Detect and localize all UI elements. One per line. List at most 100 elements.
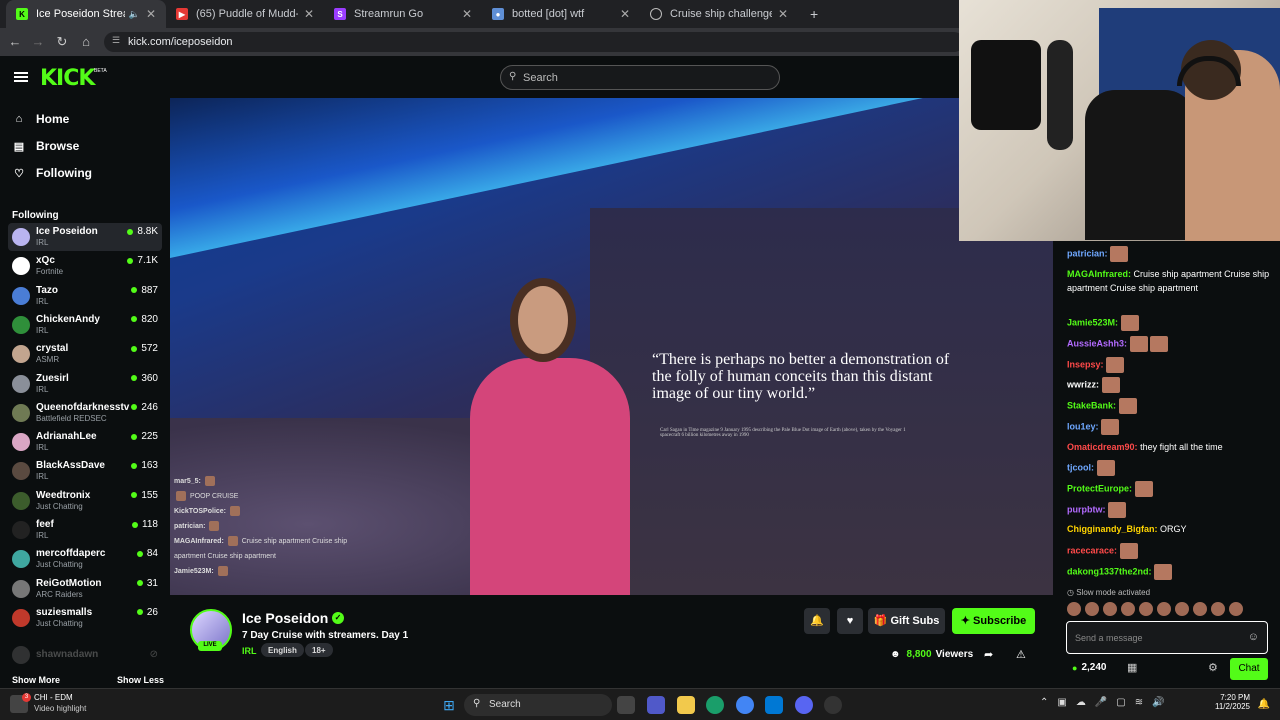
emote-icon[interactable] [1157,602,1171,616]
volume-icon[interactable]: 🔊 [1152,697,1164,708]
site-info-icon[interactable]: ☰ [112,35,120,46]
browser-tab-botted[interactable]: ● botted [dot] wtf ✕ [482,0,640,28]
windows-start-icon[interactable]: ⊞ [440,696,458,714]
sidebar-channel[interactable]: crystal ASMR 572 [8,340,162,368]
nav-following[interactable]: ♡ Following [12,166,92,180]
sidebar-channel[interactable]: xQc Fortnite 7.1K [8,252,162,280]
emote-icon[interactable] [1229,602,1243,616]
notification-bell-button[interactable]: 🔔 [804,608,830,634]
chat-username[interactable]: racecaracе: [1067,545,1117,555]
chat-username[interactable]: MAGAInfrared: [1067,269,1131,279]
task-view-icon[interactable] [617,696,635,714]
chat-send-button[interactable]: Chat [1230,658,1268,680]
tag-age[interactable]: 18+ [305,643,333,657]
sidebar-channel[interactable]: Ice Poseidon IRL 8.8K [8,223,162,251]
tray-app-icon[interactable]: ▣ [1057,697,1066,708]
sidebar-channel[interactable]: Weedtronix Just Chatting 155 [8,487,162,515]
file-explorer-icon[interactable] [677,696,695,714]
subscribe-button[interactable]: ✦ Subscribe [952,608,1035,634]
speaker-icon[interactable]: 🔈 [129,9,140,20]
new-tab-button[interactable]: + [800,0,824,28]
back-arrow-icon[interactable]: ← [7,34,23,49]
chat-username[interactable]: purpbtw: [1067,504,1106,514]
close-tab-icon[interactable]: ✕ [462,7,472,21]
follow-heart-button[interactable]: ♥ [837,608,863,634]
emoji-icon[interactable]: ☺ [1248,631,1259,643]
reload-icon[interactable]: ↻ [54,34,70,50]
sidebar-channel[interactable]: Tazo IRL 887 [8,282,162,310]
emote-icon[interactable] [1175,602,1189,616]
chat-username[interactable]: Jamie523M: [1067,317,1118,327]
sidebar-channel[interactable]: Queenofdarknesstv Battlefield REDSEC 246 [8,399,162,427]
gear-icon[interactable]: ⚙ [1208,661,1218,674]
share-icon[interactable]: ➦ [984,648,993,661]
kick-logo[interactable]: KICK [40,66,95,91]
channel-points[interactable]: ● 2,240 [1072,662,1106,673]
browser-tab-kick[interactable]: K Ice Poseidon Stream - Watc 🔈 ✕ [6,0,166,28]
search-input[interactable]: ⚲ Search [500,65,780,90]
sidebar-channel[interactable]: mercoffdaperc Just Chatting 84 [8,545,162,573]
report-icon[interactable]: ⚠ [1016,648,1026,661]
notification-bell-icon[interactable]: 🔔 [1255,696,1273,714]
sidebar-channel[interactable]: Zuesirl IRL 360 [8,370,162,398]
gift-subs-button[interactable]: 🎁 Gift Subs [868,608,945,634]
close-tab-icon[interactable]: ✕ [620,7,630,21]
url-field[interactable]: ☰ kick.com/iceposeidon [104,32,964,52]
sidebar-channel[interactable]: AdrianahLee IRL 225 [8,428,162,456]
menu-icon[interactable] [14,72,28,82]
emote-icon[interactable] [1121,602,1135,616]
emote-icon[interactable] [1193,602,1207,616]
system-clock[interactable]: 7:20 PM 11/2/2025 [1210,693,1250,711]
home-icon[interactable]: ⌂ [78,34,94,49]
chat-username[interactable]: wwrizz: [1067,379,1099,389]
chat-username[interactable]: Insepsy: [1067,359,1104,369]
emote-icon[interactable] [1139,602,1153,616]
cloud-icon[interactable]: ☁ [1076,697,1086,708]
chat-username[interactable]: Omaticdream90: [1067,442,1138,452]
show-less-link[interactable]: Show Less [117,675,164,685]
close-tab-icon[interactable]: ✕ [304,7,314,21]
sidebar-channel[interactable]: ChickenAndy IRL 820 [8,311,162,339]
chevron-up-icon[interactable]: ⌃ [1040,697,1048,708]
chat-message-input[interactable] [1075,630,1245,646]
emote-icon[interactable] [1211,602,1225,616]
chat-username[interactable]: dakong1337the2nd: [1067,566,1152,576]
chat-username[interactable]: Chigginandy_Bigfan: [1067,524,1158,534]
discord-icon[interactable] [795,696,813,714]
obs-icon[interactable] [824,696,842,714]
wifi-icon[interactable]: ≋ [1135,697,1143,708]
tag-language[interactable]: English [261,643,304,657]
stream-category[interactable]: IRL [242,646,257,656]
chat-username[interactable]: patrician: [1067,248,1108,258]
close-tab-icon[interactable]: ✕ [146,7,156,21]
chat-username[interactable]: AussieAshh3: [1067,338,1127,348]
display-icon[interactable]: ▢ [1116,697,1125,708]
edge-icon[interactable] [706,696,724,714]
sidebar-channel-offline[interactable]: shawnadawn ⊘ [8,641,162,669]
chat-username[interactable]: tjcool: [1067,462,1094,472]
browser-tab-youtube[interactable]: ▶ (65) Puddle of Mudd-Control-L ✕ [166,0,324,28]
shop-icon[interactable]: ▦ [1127,661,1137,674]
show-more-link[interactable]: Show More [12,675,60,685]
emote-icon[interactable] [1085,602,1099,616]
emote-icon[interactable] [1067,602,1081,616]
forward-arrow-icon[interactable]: → [30,34,46,49]
teams-icon[interactable] [647,696,665,714]
chat-username[interactable]: ProtectEurope: [1067,483,1132,493]
chrome-icon[interactable] [736,696,754,714]
channel-name[interactable]: Ice Poseidon [242,610,328,626]
video-player[interactable]: “There is perhaps no better a demonstrat… [170,98,1053,595]
sidebar-channel[interactable]: feef IRL 118 [8,516,162,544]
sidebar-channel[interactable]: suziesmalls Just Chatting 26 [8,604,162,632]
chat-username[interactable]: StakeBank: [1067,400,1116,410]
sidebar-channel[interactable]: BlackAssDave IRL 163 [8,457,162,485]
emote-icon[interactable] [1103,602,1117,616]
close-tab-icon[interactable]: ✕ [778,7,788,21]
taskbar-search[interactable]: ⚲ Search [464,694,612,716]
nav-browse[interactable]: ▤ Browse [12,139,80,153]
store-icon[interactable] [765,696,783,714]
chat-username[interactable]: lou1ey: [1067,421,1099,431]
nav-home[interactable]: ⌂ Home [12,112,70,126]
microphone-icon[interactable]: 🎤 [1095,697,1107,708]
browser-tab-streamrun[interactable]: S Streamrun Go ✕ [324,0,482,28]
